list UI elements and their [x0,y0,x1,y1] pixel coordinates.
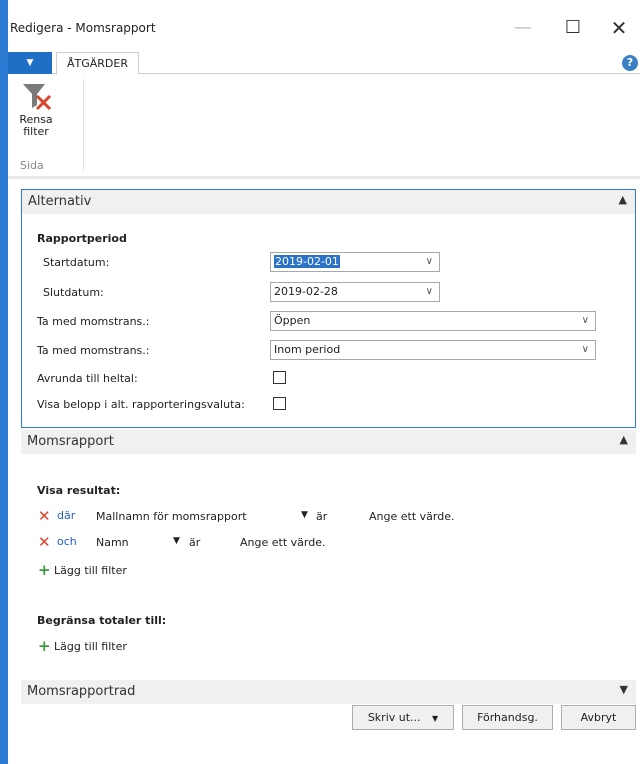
window-border [0,0,8,764]
ribbon-group-label: Sida [20,159,44,172]
filter-row: ✕ där Mallnamn för momsrapport ▼ är Ange… [38,507,558,527]
filter-field[interactable]: Namn [96,536,129,549]
alt-currency-checkbox[interactable] [273,397,286,410]
include-entries-select[interactable]: Öppen ∨ [270,311,596,331]
start-date-value: 2019-02-01 [274,255,340,268]
end-date-label: Slutdatum: [43,286,104,299]
help-icon[interactable]: ? [622,55,638,71]
maximize-button[interactable]: ☐ [558,16,588,40]
tab-actions[interactable]: ÅTGÄRDER [56,52,139,75]
collapse-chevron-icon[interactable]: ▲ [619,193,627,206]
round-checkbox[interactable] [273,371,286,384]
alt-currency-label: Visa belopp i alt. rapporteringsvaluta: [37,398,245,411]
filter-row: ✕ och Namn ▼ är Ange ett värde. [38,533,558,553]
cancel-button[interactable]: Avbryt [561,705,636,730]
add-filter-icon: + [38,637,51,655]
print-dropdown-icon[interactable]: ▼ [432,714,438,723]
include-entries-value: Öppen [274,314,311,327]
filter-value[interactable]: Ange ett värde. [369,510,454,523]
filter-field[interactable]: Mallnamn för momsrapport [96,510,247,523]
panel-divider [8,176,640,179]
ribbon-content: Rensa filter Sida [8,75,640,175]
filter-value[interactable]: Ange ett värde. [240,536,325,549]
start-date-label: Startdatum: [43,256,110,269]
dropdown-arrow-icon[interactable]: ∨ [426,283,433,301]
report-request-window: Redigera - Momsrapport — ☐ ✕ ▼ ÅTGÄRDER … [0,0,640,764]
clear-filter-button[interactable]: Rensa filter [14,79,58,138]
filter-connector: och [57,535,77,548]
include-period-value: Inom period [274,343,341,356]
momsrapportrad-section-header[interactable]: Momsrapportrad ▼ [21,680,636,704]
momsrapport-section-title: Momsrapport [27,434,114,449]
filter-operator: är [189,536,201,549]
dropdown-arrow-icon[interactable]: ∨ [426,253,433,271]
window-title: Redigera - Momsrapport [10,21,156,35]
remove-filter-icon[interactable]: ✕ [38,533,51,551]
close-button[interactable]: ✕ [604,16,634,40]
minimize-button[interactable]: — [508,16,538,40]
ribbon-group-page: Rensa filter Sida [14,79,84,172]
preview-button[interactable]: Förhandsg. [462,705,553,730]
filter-field-dropdown-icon[interactable]: ▼ [301,510,308,520]
start-date-field[interactable]: 2019-02-01 ∨ [270,252,440,272]
expand-chevron-icon[interactable]: ▼ [620,683,628,696]
add-filter-icon: + [38,561,51,579]
add-filter-label: Lägg till filter [54,640,127,653]
period-heading: Rapportperiod [37,232,127,245]
dropdown-arrow-icon[interactable]: ∨ [582,312,589,330]
add-totals-filter-button[interactable]: + Lägg till filter [38,637,238,657]
remove-filter-icon[interactable]: ✕ [38,507,51,525]
momsrapport-section-header[interactable]: Momsrapport ▲ [21,430,636,454]
include-period-select[interactable]: Inom period ∨ [270,340,596,360]
filter-field-dropdown-icon[interactable]: ▼ [173,536,180,546]
add-filter-label: Lägg till filter [54,564,127,577]
include-entries-label: Ta med momstrans.: [37,315,150,328]
momsrapportrad-section-title: Momsrapportrad [27,684,136,699]
filter-operator: är [316,510,328,523]
alternativ-section-title: Alternativ [28,194,92,209]
add-filter-button[interactable]: + Lägg till filter [38,561,238,581]
title-bar: Redigera - Momsrapport — ☐ ✕ [8,0,640,52]
clear-filter-label: Rensa filter [19,113,53,138]
round-label: Avrunda till heltal: [37,372,138,385]
dropdown-arrow-icon[interactable]: ∨ [582,341,589,359]
app-menu-button[interactable]: ▼ [8,52,52,74]
include-period-label: Ta med momstrans.: [37,344,150,357]
print-button-label: Skriv ut... [367,711,421,724]
alternativ-section-header[interactable]: Alternativ ▲ [22,190,635,214]
clear-filter-icon [23,84,52,111]
filter-connector: där [57,509,76,522]
totals-heading: Begränsa totaler till: [37,614,167,627]
results-heading: Visa resultat: [37,484,121,497]
ribbon-tab-bar: ▼ ÅTGÄRDER ? [8,52,640,75]
alternativ-section-outline [21,189,636,428]
collapse-chevron-icon[interactable]: ▲ [620,433,628,446]
print-button[interactable]: Skriv ut... ▼ [352,705,454,730]
end-date-field[interactable]: 2019-02-28 ∨ [270,282,440,302]
end-date-value: 2019-02-28 [274,285,338,298]
